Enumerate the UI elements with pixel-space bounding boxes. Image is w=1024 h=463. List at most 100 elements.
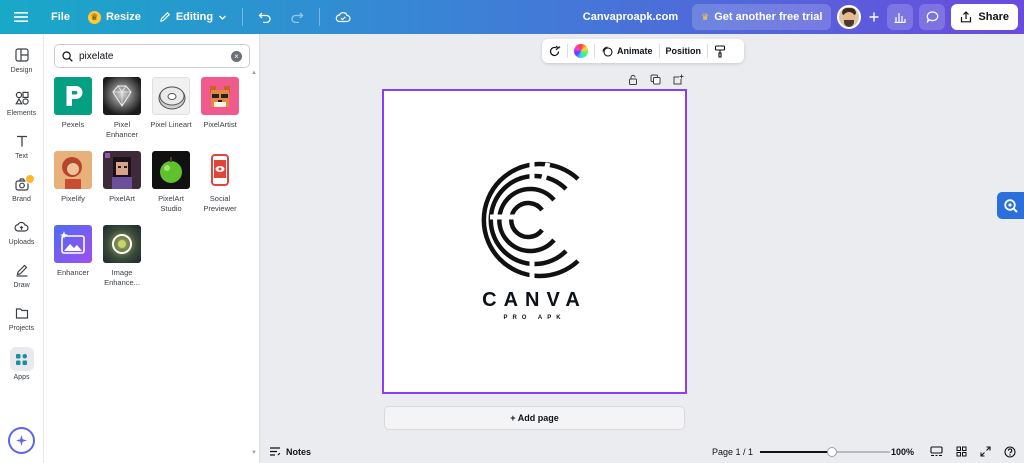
view-controls	[930, 445, 1016, 458]
comments-button[interactable]	[919, 4, 946, 30]
brand-name: CANVA	[482, 289, 587, 311]
share-button[interactable]: Share	[951, 4, 1018, 30]
rail-item-draw[interactable]: Draw	[0, 263, 43, 289]
image-enhance-thumbnail	[103, 225, 141, 263]
scroll-up-icon[interactable]: ▲	[251, 70, 257, 76]
add-page-icon[interactable]	[673, 74, 684, 85]
undo-button[interactable]	[249, 4, 281, 30]
duplicate-icon[interactable]	[650, 74, 661, 85]
apps-icon	[16, 353, 27, 365]
top-bar-right: Canvaproapk.com ♛ Get another free trial…	[583, 4, 1018, 30]
main-menu-button[interactable]	[0, 4, 42, 30]
pexels-thumbnail	[54, 77, 92, 115]
app-label: Social Previewer	[203, 194, 237, 213]
share-icon	[961, 11, 972, 23]
page-view-icon[interactable]	[930, 446, 943, 457]
scroll-down-icon[interactable]: ▼	[251, 450, 257, 456]
page-indicator[interactable]: Page 1 / 1	[712, 447, 753, 457]
color-wheel-icon[interactable]	[574, 44, 588, 58]
zoom-slider[interactable]	[760, 447, 890, 457]
enhancer-thumbnail	[54, 225, 92, 263]
help-icon[interactable]	[1004, 445, 1016, 458]
rail-item-brand[interactable]: Brand	[0, 174, 43, 203]
app-tile-enhancer[interactable]: Enhancer	[49, 225, 97, 278]
rail-item-projects[interactable]: Projects	[0, 306, 43, 332]
lens-icon	[112, 234, 132, 254]
position-button[interactable]: Position	[666, 46, 702, 56]
app-tile-social-previewer[interactable]: Social Previewer	[196, 151, 244, 214]
avatar[interactable]	[837, 5, 862, 29]
app-label: Image Enhance...	[104, 268, 140, 287]
pixelartist-thumbnail	[201, 77, 239, 115]
rail-item-design[interactable]: Design	[0, 48, 43, 74]
bottom-bar: Notes Page 1 / 1 100%	[260, 440, 1024, 463]
pixel-enhancer-thumbnail	[103, 77, 141, 115]
upload-cloud-icon	[14, 221, 29, 232]
add-collaborator-button[interactable]	[867, 12, 881, 22]
page-actions	[628, 74, 684, 85]
replace-icon[interactable]	[548, 45, 561, 58]
app-label: PixelArt	[109, 194, 135, 203]
app-tile-pixelartist[interactable]: PixelArtist	[196, 77, 244, 130]
file-menu-button[interactable]: File	[42, 4, 79, 30]
clear-search-icon[interactable]: ×	[231, 50, 242, 62]
paint-roller-icon[interactable]	[714, 44, 726, 58]
search-input[interactable]	[79, 50, 231, 62]
zoom-level[interactable]: 100%	[891, 447, 914, 457]
rail-item-apps[interactable]: Apps	[0, 347, 43, 381]
app-label: Pexels	[61, 120, 85, 129]
resize-button[interactable]: ♛ Resize	[79, 4, 150, 30]
lock-icon[interactable]	[628, 74, 638, 85]
chevron-down-icon	[219, 15, 227, 20]
sparkle-icon	[16, 435, 27, 446]
notes-button[interactable]: Notes	[269, 446, 311, 457]
apple-icon	[160, 157, 182, 183]
free-trial-button[interactable]: ♛ Get another free trial	[692, 4, 832, 30]
diamond-icon	[112, 85, 132, 107]
app-tile-pixelify[interactable]: Pixelify	[49, 151, 97, 204]
rail-item-text[interactable]: Text	[0, 134, 43, 160]
plus-icon	[869, 12, 879, 22]
pixelart-thumbnail	[103, 151, 141, 189]
bar-chart-icon	[894, 13, 907, 23]
animate-button[interactable]: Animate	[601, 45, 653, 57]
grid-view-icon[interactable]	[956, 446, 967, 457]
cloud-save-button[interactable]	[326, 4, 360, 30]
cloud-check-icon	[335, 12, 351, 23]
zoom-search-button[interactable]	[997, 192, 1024, 219]
design-page[interactable]: CANVA PRO APK	[382, 89, 687, 394]
add-page-button[interactable]: + Add page	[384, 406, 685, 430]
insights-button[interactable]	[887, 4, 914, 30]
app-label: Pixelify	[61, 194, 85, 203]
editing-mode-button[interactable]: Editing	[150, 4, 236, 30]
crown-icon: ♛	[701, 11, 710, 22]
app-tile-pixelart-studio[interactable]: PixelArt Studio	[147, 151, 195, 214]
app-tile-pixelart[interactable]: PixelArt	[98, 151, 146, 204]
search-box[interactable]: ×	[54, 44, 250, 68]
hamburger-icon	[14, 12, 28, 22]
elements-icon	[14, 91, 29, 105]
rail-item-uploads[interactable]: Uploads	[0, 220, 43, 246]
app-tile-pexels[interactable]: Pexels	[49, 77, 97, 130]
app-tile-image-enhance[interactable]: Image Enhance...	[98, 225, 146, 288]
fullscreen-icon[interactable]	[980, 446, 991, 457]
animate-icon	[602, 46, 613, 57]
rail-item-elements[interactable]: Elements	[0, 91, 43, 117]
rail-label-draw: Draw	[13, 282, 30, 289]
resize-label: Resize	[105, 11, 141, 23]
divider	[567, 44, 568, 58]
app-tile-pixel-enhancer[interactable]: Pixel Enhancer	[98, 77, 146, 140]
app-label: PixelArtist	[203, 120, 237, 129]
pixel-dog-icon	[210, 86, 230, 107]
magic-assistant-button[interactable]	[8, 427, 35, 454]
design-icon	[14, 48, 29, 62]
redo-icon	[291, 12, 304, 23]
side-rail: Design Elements Text Brand Uploads Draw …	[0, 34, 43, 463]
app-tile-pixel-lineart[interactable]: Pixel Lineart	[147, 77, 195, 130]
magnifier-plus-icon	[1003, 198, 1018, 213]
zoom-slider-handle[interactable]	[826, 447, 837, 457]
apps-panel: × Pexels Pixel Enhancer Pixel Lineart Pi…	[43, 34, 260, 463]
rail-label-uploads: Uploads	[8, 239, 35, 246]
redo-button[interactable]	[281, 4, 313, 30]
notes-icon	[270, 447, 281, 456]
